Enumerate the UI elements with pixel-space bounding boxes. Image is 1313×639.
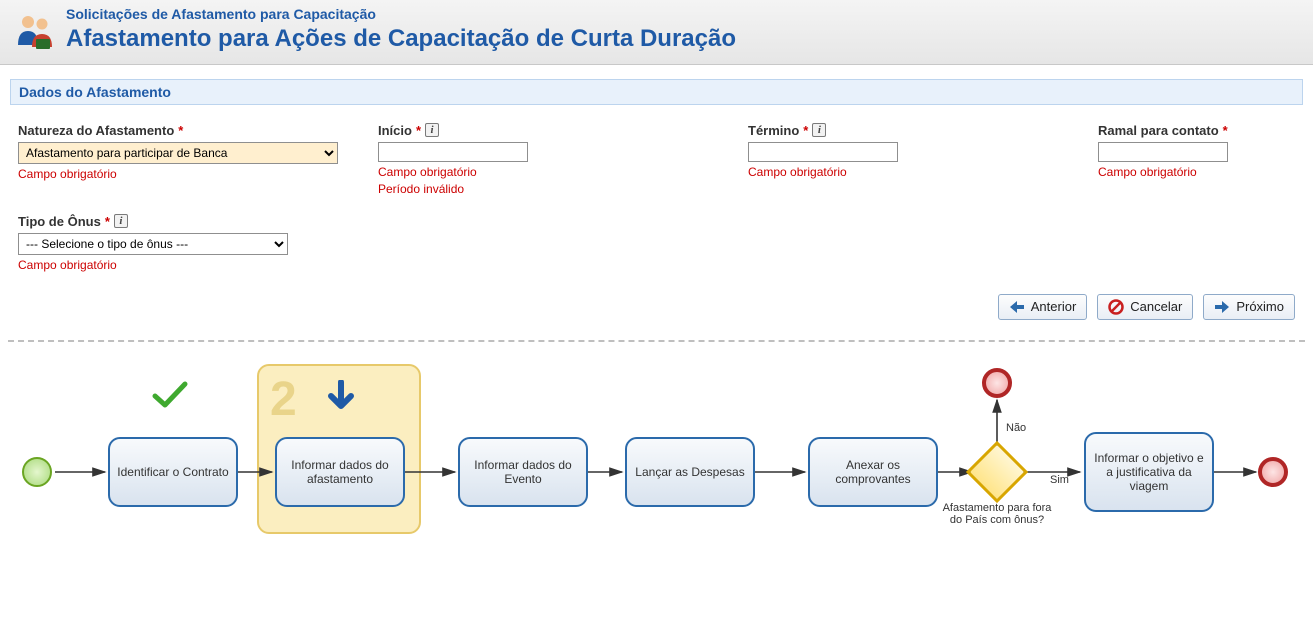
- error-inicio-1: Campo obrigatório: [378, 165, 558, 179]
- label-ramal: Ramal para contato: [1098, 123, 1219, 138]
- flow-step-informar-dados-evento: Informar dados do Evento: [458, 437, 588, 507]
- flow-step-anexar-comprovantes: Anexar os comprovantes: [808, 437, 938, 507]
- page-title: Afastamento para Ações de Capacitação de…: [66, 24, 736, 54]
- input-termino[interactable]: [748, 142, 898, 162]
- flow-end-event-no: [982, 368, 1012, 398]
- flow-step-identificar-contrato: Identificar o Contrato: [108, 437, 238, 507]
- header-people-icon: [14, 9, 56, 51]
- field-ramal: Ramal para contato * Campo obrigatório: [1098, 123, 1278, 196]
- info-icon[interactable]: i: [114, 214, 128, 228]
- label-tipo-onus: Tipo de Ônus: [18, 214, 101, 229]
- error-termino: Campo obrigatório: [748, 165, 928, 179]
- input-inicio[interactable]: [378, 142, 528, 162]
- field-inicio: Início * i Campo obrigatório Período inv…: [378, 123, 558, 196]
- info-icon[interactable]: i: [812, 123, 826, 137]
- proximo-button[interactable]: Próximo: [1203, 294, 1295, 320]
- flow-end-event: [1258, 457, 1288, 487]
- arrow-left-icon: [1009, 300, 1025, 314]
- field-tipo-onus: Tipo de Ônus * i --- Selecione o tipo de…: [18, 214, 288, 272]
- required-marker: *: [105, 214, 110, 229]
- required-marker: *: [178, 123, 183, 138]
- error-natureza: Campo obrigatório: [18, 167, 348, 181]
- arrow-right-icon: [1214, 300, 1230, 314]
- section-title-dados: Dados do Afastamento: [10, 79, 1303, 105]
- cancelar-button[interactable]: Cancelar: [1097, 294, 1193, 320]
- label-natureza: Natureza do Afastamento: [18, 123, 174, 138]
- cancel-icon: [1108, 299, 1124, 315]
- info-icon[interactable]: i: [425, 123, 439, 137]
- checkmark-icon: [152, 380, 188, 410]
- required-marker: *: [1223, 123, 1228, 138]
- flow-start-event: [22, 457, 52, 487]
- input-ramal[interactable]: [1098, 142, 1228, 162]
- arrow-down-icon: [326, 380, 356, 420]
- separator: [8, 340, 1305, 342]
- flow-gateway-yes: Sim: [1050, 474, 1069, 486]
- required-marker: *: [803, 123, 808, 138]
- select-natureza[interactable]: Afastamento para participar de Banca: [18, 142, 338, 164]
- select-tipo-onus[interactable]: --- Selecione o tipo de ônus ---: [18, 233, 288, 255]
- error-tipo-onus: Campo obrigatório: [18, 258, 288, 272]
- form-dados-afastamento: Natureza do Afastamento * Afastamento pa…: [0, 123, 1313, 272]
- flow-gateway-label: Afastamento para fora do País com ônus?: [942, 502, 1052, 526]
- required-marker: *: [416, 123, 421, 138]
- label-inicio: Início: [378, 123, 412, 138]
- flow-step-informar-objetivo: Informar o objetivo e a justificativa da…: [1084, 432, 1214, 512]
- breadcrumb: Solicitações de Afastamento para Capacit…: [66, 6, 736, 24]
- flow-step-lancar-despesas: Lançar as Despesas: [625, 437, 755, 507]
- field-natureza: Natureza do Afastamento * Afastamento pa…: [18, 123, 348, 196]
- wizard-button-bar: Anterior Cancelar Próximo: [0, 290, 1313, 334]
- flow-step-informar-dados-afastamento: Informar dados do afastamento: [275, 437, 405, 507]
- field-termino: Término * i Campo obrigatório: [748, 123, 928, 196]
- anterior-button[interactable]: Anterior: [998, 294, 1088, 320]
- error-inicio-2: Período inválido: [378, 182, 558, 196]
- page-header: Solicitações de Afastamento para Capacit…: [0, 0, 1313, 65]
- flow-gateway-no: Não: [1006, 422, 1026, 434]
- workflow-diagram: 2 Identificar o Contrato Informar: [0, 362, 1313, 592]
- label-termino: Término: [748, 123, 799, 138]
- error-ramal: Campo obrigatório: [1098, 165, 1278, 179]
